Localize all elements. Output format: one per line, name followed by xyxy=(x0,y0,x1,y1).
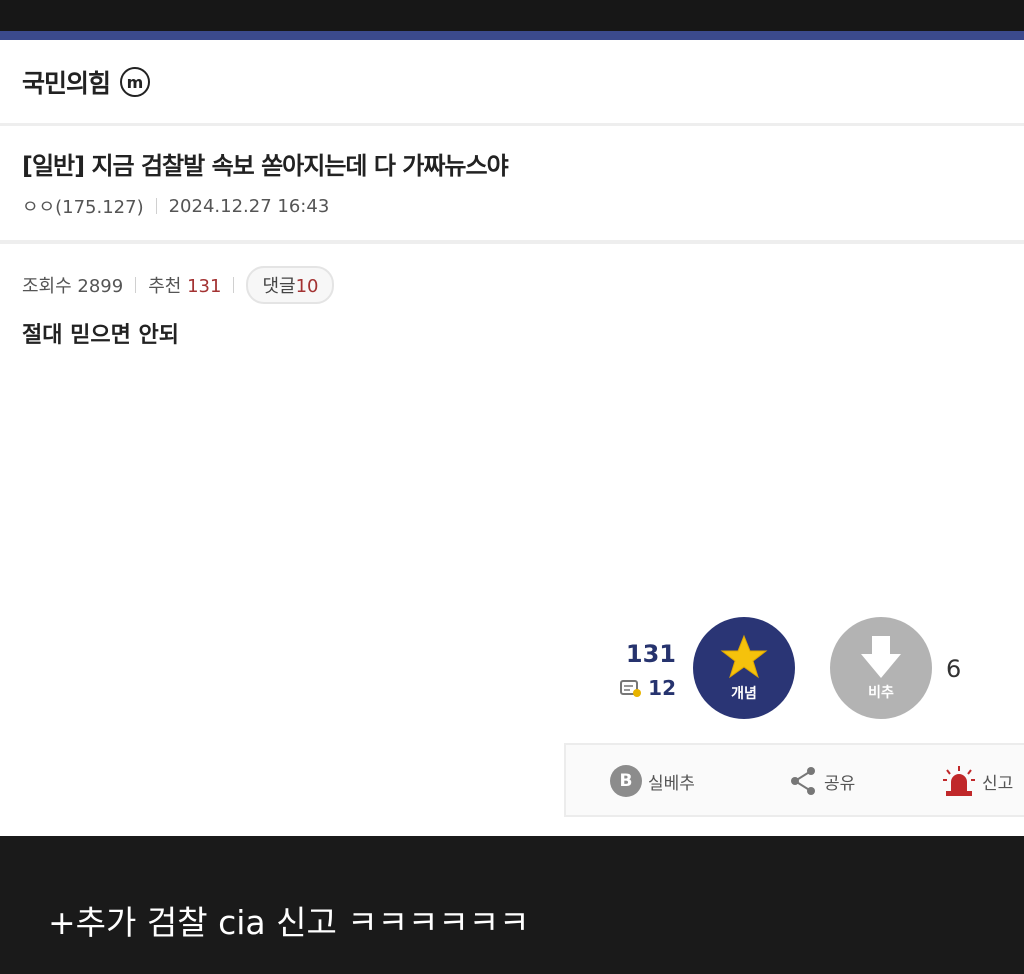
report-button[interactable]: 신고 xyxy=(942,765,1013,797)
gallery-name[interactable]: 국민의힘 xyxy=(22,64,111,100)
top-bar xyxy=(0,0,1024,31)
share-label: 공유 xyxy=(824,773,856,794)
b-badge-icon: B xyxy=(610,765,642,797)
recommend-stat-label: 추천 xyxy=(148,276,182,297)
divider xyxy=(233,277,235,293)
share-icon xyxy=(791,767,815,795)
recommend-count: 131 xyxy=(625,640,676,668)
accent-stripe xyxy=(0,31,1024,40)
fixed-nick-icon xyxy=(620,680,642,697)
divider xyxy=(0,240,1024,244)
post-title: [일반] 지금 검찰발 속보 쏟아지는데 다 가짜뉴스야 xyxy=(22,152,509,180)
post-body: 절대 믿으면 안되 xyxy=(22,323,179,348)
fixed-recommend-count: 12 xyxy=(610,676,676,700)
non-recommend-count: 6 xyxy=(946,655,962,683)
comment-label: 댓글 xyxy=(262,276,296,297)
silbechu-button[interactable]: B 실베추 xyxy=(610,765,695,797)
post-stats: 조회수 2899 추천 131 댓글10 xyxy=(22,266,335,304)
down-arrow-icon xyxy=(861,636,901,678)
view-count: 조회수 2899 xyxy=(22,276,124,297)
recommend-button[interactable]: 개념 xyxy=(693,617,795,719)
share-button[interactable]: 공유 xyxy=(788,765,855,797)
caption-text: +추가 검찰 cia 신고 ㅋㅋㅋㅋㅋㅋ xyxy=(48,903,530,942)
divider xyxy=(155,198,157,214)
post-meta: ㅇㅇ(175.127) 2024.12.27 16:43 xyxy=(22,193,329,219)
post-datetime: 2024.12.27 16:43 xyxy=(168,195,330,217)
comment-count-button[interactable]: 댓글10 xyxy=(246,266,335,304)
divider xyxy=(135,277,137,293)
star-icon xyxy=(720,634,768,679)
recommend-stat: 추천 131 xyxy=(148,272,221,298)
report-label: 신고 xyxy=(982,773,1014,794)
fixed-recommend-value: 12 xyxy=(648,676,676,700)
non-recommend-button-label: 비추 xyxy=(868,685,894,701)
divider xyxy=(0,123,1024,126)
non-recommend-button[interactable]: 비추 xyxy=(830,617,932,719)
recommend-stat-value: 131 xyxy=(187,276,222,297)
post-action-bar: B 실베추 공유 신고 xyxy=(564,743,1024,817)
post-author[interactable]: ㅇㅇ(175.127) xyxy=(22,193,144,219)
gallery-header: 국민의힘 m xyxy=(22,64,151,100)
recommend-button-label: 개념 xyxy=(731,686,757,702)
silbechu-label: 실베추 xyxy=(648,773,695,794)
comment-value: 10 xyxy=(295,276,319,297)
siren-icon xyxy=(943,766,975,796)
minor-gallery-badge-icon: m xyxy=(120,67,151,97)
